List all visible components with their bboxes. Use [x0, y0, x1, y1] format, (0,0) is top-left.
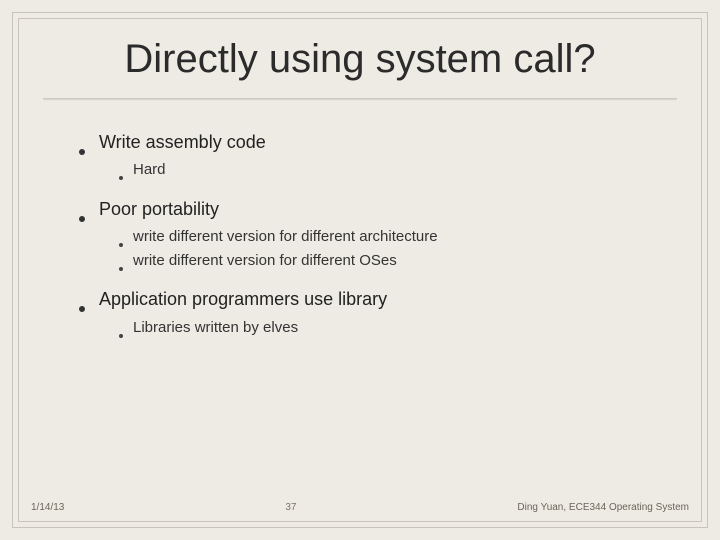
sub-bullet-icon [119, 243, 123, 247]
bullet-text: Application programmers use library [99, 287, 387, 311]
sub-bullet-icon [119, 176, 123, 180]
sub-bullet-item: write different version for different ar… [119, 227, 661, 247]
sub-bullet-icon [119, 267, 123, 271]
sub-bullet-text: write different version for different OS… [133, 251, 397, 271]
slide-frame: Directly using system call? Write assemb… [18, 18, 702, 522]
bullet-item: Application programmers use library Libr… [79, 287, 661, 338]
sub-bullet-list: Libraries written by elves [119, 318, 661, 338]
bullet-text: Poor portability [99, 197, 219, 221]
sub-bullet-item: write different version for different OS… [119, 251, 661, 271]
bullet-icon [79, 216, 85, 222]
sub-bullet-text: Libraries written by elves [133, 318, 298, 338]
sub-bullet-list: Hard [119, 160, 661, 180]
bullet-text: Write assembly code [99, 130, 266, 154]
bullet-item: Write assembly code Hard [79, 130, 661, 181]
bullet-icon [79, 149, 85, 155]
footer-page-number: 37 [64, 502, 517, 513]
sub-bullet-item: Hard [119, 160, 661, 180]
bullet-icon [79, 306, 85, 312]
footer-date: 1/14/13 [31, 502, 64, 513]
sub-bullet-list: write different version for different ar… [119, 227, 661, 272]
slide-title: Directly using system call? [19, 19, 701, 92]
sub-bullet-icon [119, 334, 123, 338]
slide-footer: 1/14/13 37 Ding Yuan, ECE344 Operating S… [19, 502, 701, 513]
sub-bullet-item: Libraries written by elves [119, 318, 661, 338]
bullet-item: Poor portability write different version… [79, 197, 661, 272]
sub-bullet-text: Hard [133, 160, 166, 180]
footer-author: Ding Yuan, ECE344 Operating System [517, 502, 689, 513]
bullet-list: Write assembly code Hard Poor portabilit… [79, 130, 661, 338]
sub-bullet-text: write different version for different ar… [133, 227, 438, 247]
slide-content: Write assembly code Hard Poor portabilit… [19, 102, 701, 338]
